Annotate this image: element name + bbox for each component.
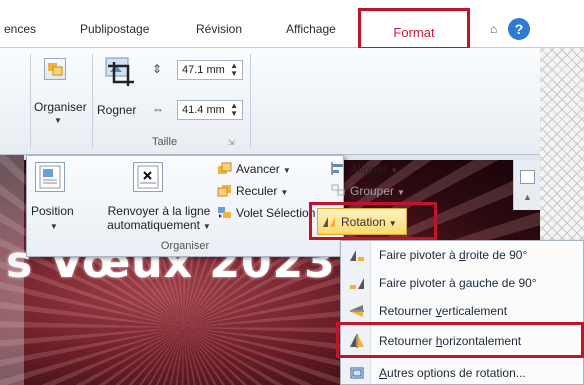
avancer-label: Avancer bbox=[236, 162, 280, 176]
menu-item-label: Faire pivoter à gauche de 90° bbox=[379, 276, 537, 290]
more-rotation-icon bbox=[350, 367, 364, 379]
ribbon-tab-bar: ences Publipostage Révision Affichage Fo… bbox=[0, 0, 584, 49]
height-spinner-icon[interactable]: ▲ ▼ bbox=[230, 62, 238, 78]
scroll-up-icon[interactable]: ▲ bbox=[523, 192, 532, 202]
tab-format-label: Format bbox=[393, 25, 435, 40]
tab-affichage[interactable]: Affichage bbox=[286, 22, 336, 36]
wrap-text-button[interactable]: Renvoyer à la ligne automatiquement ▼ bbox=[89, 204, 229, 234]
menu-item-rotate-right[interactable]: Faire pivoter à droite de 90° bbox=[341, 243, 584, 267]
menu-item-rotate-left[interactable]: Faire pivoter à gauche de 90° bbox=[341, 271, 584, 295]
height-field[interactable]: 47.1 mm ▲ ▼ bbox=[177, 60, 243, 80]
rogner-button[interactable]: Rogner bbox=[97, 103, 136, 117]
minimize-ribbon-icon[interactable]: ⌂ bbox=[490, 22, 497, 36]
selection-pane-icon bbox=[218, 207, 231, 218]
height-icon: ⇕ bbox=[152, 62, 163, 76]
rotation-highlight-box bbox=[309, 202, 437, 240]
rotation-menu: Faire pivoter à droite de 90° Faire pivo… bbox=[340, 240, 584, 385]
position-button[interactable]: Position ▼ bbox=[31, 204, 74, 234]
menu-item-label: Autres options de rotation... bbox=[379, 366, 526, 380]
width-value: 41.4 mm bbox=[182, 104, 225, 116]
rotate-left-icon bbox=[350, 278, 364, 289]
rogner-label: Rogner bbox=[97, 103, 137, 117]
taille-dialog-launcher-icon[interactable]: ⇲ bbox=[228, 138, 235, 147]
tab-format[interactable]: Format bbox=[358, 8, 470, 49]
ribbon-separator bbox=[30, 54, 31, 148]
wrap-caret-icon: ▼ bbox=[202, 222, 211, 231]
reculer-label: Reculer bbox=[236, 184, 278, 198]
position-label: Position bbox=[31, 204, 74, 218]
menu-item-label: Faire pivoter à droite de 90° bbox=[379, 248, 528, 262]
vertical-scrollbar[interactable]: ▲ bbox=[513, 160, 540, 210]
taille-group-label: Taille bbox=[152, 136, 178, 148]
aligner-label: Aligner bbox=[350, 162, 388, 176]
menu-item-more-rotation[interactable]: Autres options de rotation... bbox=[341, 361, 584, 385]
avancer-button[interactable]: Avancer ▼ bbox=[217, 162, 291, 176]
menu-item-label: Retourner verticalement bbox=[379, 304, 508, 318]
tab-references[interactable]: ences bbox=[4, 22, 36, 36]
crop-icon bbox=[104, 56, 138, 86]
height-value: 47.1 mm bbox=[182, 64, 225, 76]
group-icon bbox=[331, 184, 345, 196]
menu-item-flip-vertical[interactable]: Retourner verticalement bbox=[341, 299, 584, 323]
volet-selection-button[interactable]: Volet Sélection bbox=[217, 206, 315, 220]
help-icon[interactable]: ? bbox=[508, 18, 530, 40]
wrap-text-icon bbox=[133, 162, 163, 192]
organiser-button[interactable]: Organiser bbox=[34, 100, 87, 114]
aligner-button[interactable]: Aligner ▼ bbox=[331, 162, 398, 176]
organiser-caret-icon: ▼ bbox=[54, 116, 62, 125]
aligner-caret-icon: ▼ bbox=[390, 166, 399, 175]
position-icon bbox=[35, 162, 65, 192]
tab-revision[interactable]: Révision bbox=[196, 22, 242, 36]
organiser-label: Organiser bbox=[34, 100, 87, 114]
organiser-group-label: Organiser bbox=[160, 240, 210, 252]
avancer-caret-icon: ▼ bbox=[282, 166, 291, 175]
reculer-button[interactable]: Reculer ▼ bbox=[217, 184, 288, 198]
ribbon-separator bbox=[92, 54, 93, 148]
reculer-caret-icon: ▼ bbox=[280, 188, 289, 197]
ruler-toggle-icon[interactable] bbox=[520, 170, 535, 184]
width-icon: ⇔ bbox=[152, 102, 164, 116]
width-spinner-icon[interactable]: ▲ ▼ bbox=[230, 102, 238, 118]
vertical-ruler bbox=[0, 155, 24, 385]
width-field[interactable]: 41.4 mm ▲ ▼ bbox=[177, 100, 243, 120]
ribbon-separator bbox=[250, 54, 251, 148]
ribbon-upper: Organiser ▼ Rogner ⇕ 47.1 mm ▲ ▼ ⇔ 41.4 m… bbox=[0, 48, 540, 155]
align-icon bbox=[331, 162, 343, 175]
flip-horizontal-highlight-box bbox=[336, 322, 584, 358]
bring-forward-icon bbox=[218, 162, 232, 174]
grouper-button: Grouper ▼ bbox=[331, 184, 405, 198]
position-caret-icon: ▼ bbox=[49, 222, 58, 231]
wrap-label-2: automatiquement bbox=[107, 218, 200, 232]
organiser-icon bbox=[44, 58, 66, 80]
wrap-label-1: Renvoyer à la ligne bbox=[107, 204, 211, 218]
grouper-label: Grouper bbox=[350, 184, 395, 198]
rotate-right-icon bbox=[350, 250, 364, 261]
volet-label: Volet Sélection bbox=[236, 206, 316, 220]
send-backward-icon bbox=[217, 185, 231, 197]
tab-publipostage[interactable]: Publipostage bbox=[80, 22, 149, 36]
flip-vertical-icon bbox=[350, 305, 364, 317]
organiser-panel: Position ▼ Renvoyer à la ligne automatiqu… bbox=[26, 155, 405, 257]
grouper-caret-icon: ▼ bbox=[397, 188, 405, 197]
